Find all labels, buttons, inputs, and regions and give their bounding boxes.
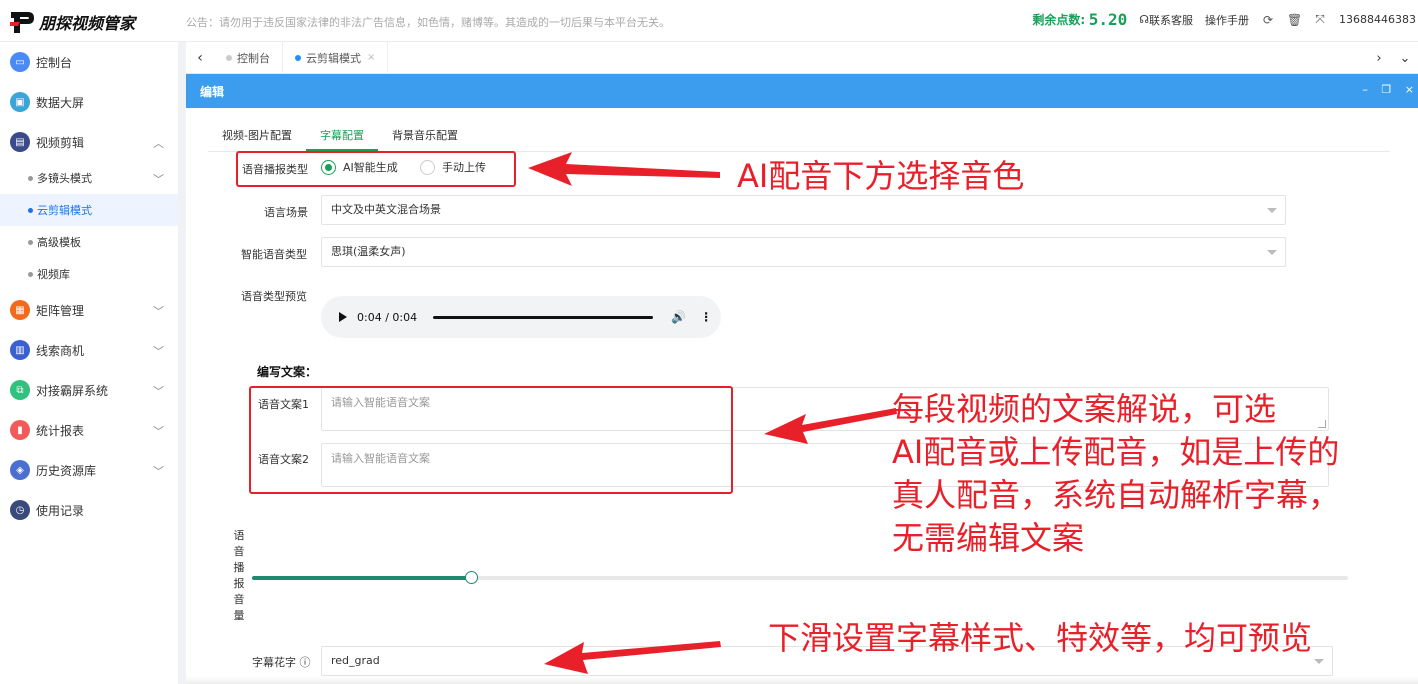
annotation-arrows (528, 152, 897, 674)
annotation-text-2-line2: AI配音或上传配音，如是上传的 (892, 433, 1340, 471)
annotation-arrow-2 (764, 408, 897, 444)
annotation-arrow-3 (544, 641, 721, 674)
annotation-text-2-line3: 真人配音，系统自动解析字幕， (892, 476, 1341, 514)
annotation-text-1: AI配音下方选择音色 (737, 157, 1025, 195)
annotation-text-2-line1: 每段视频的文案解说，可选 (892, 390, 1277, 428)
annotation-arrow-1 (528, 152, 720, 186)
annotation-text-3: 下滑设置字幕样式、特效等，均可预览 (768, 619, 1313, 657)
annotation-text-2-line4: 无需编辑文案 (892, 519, 1085, 557)
